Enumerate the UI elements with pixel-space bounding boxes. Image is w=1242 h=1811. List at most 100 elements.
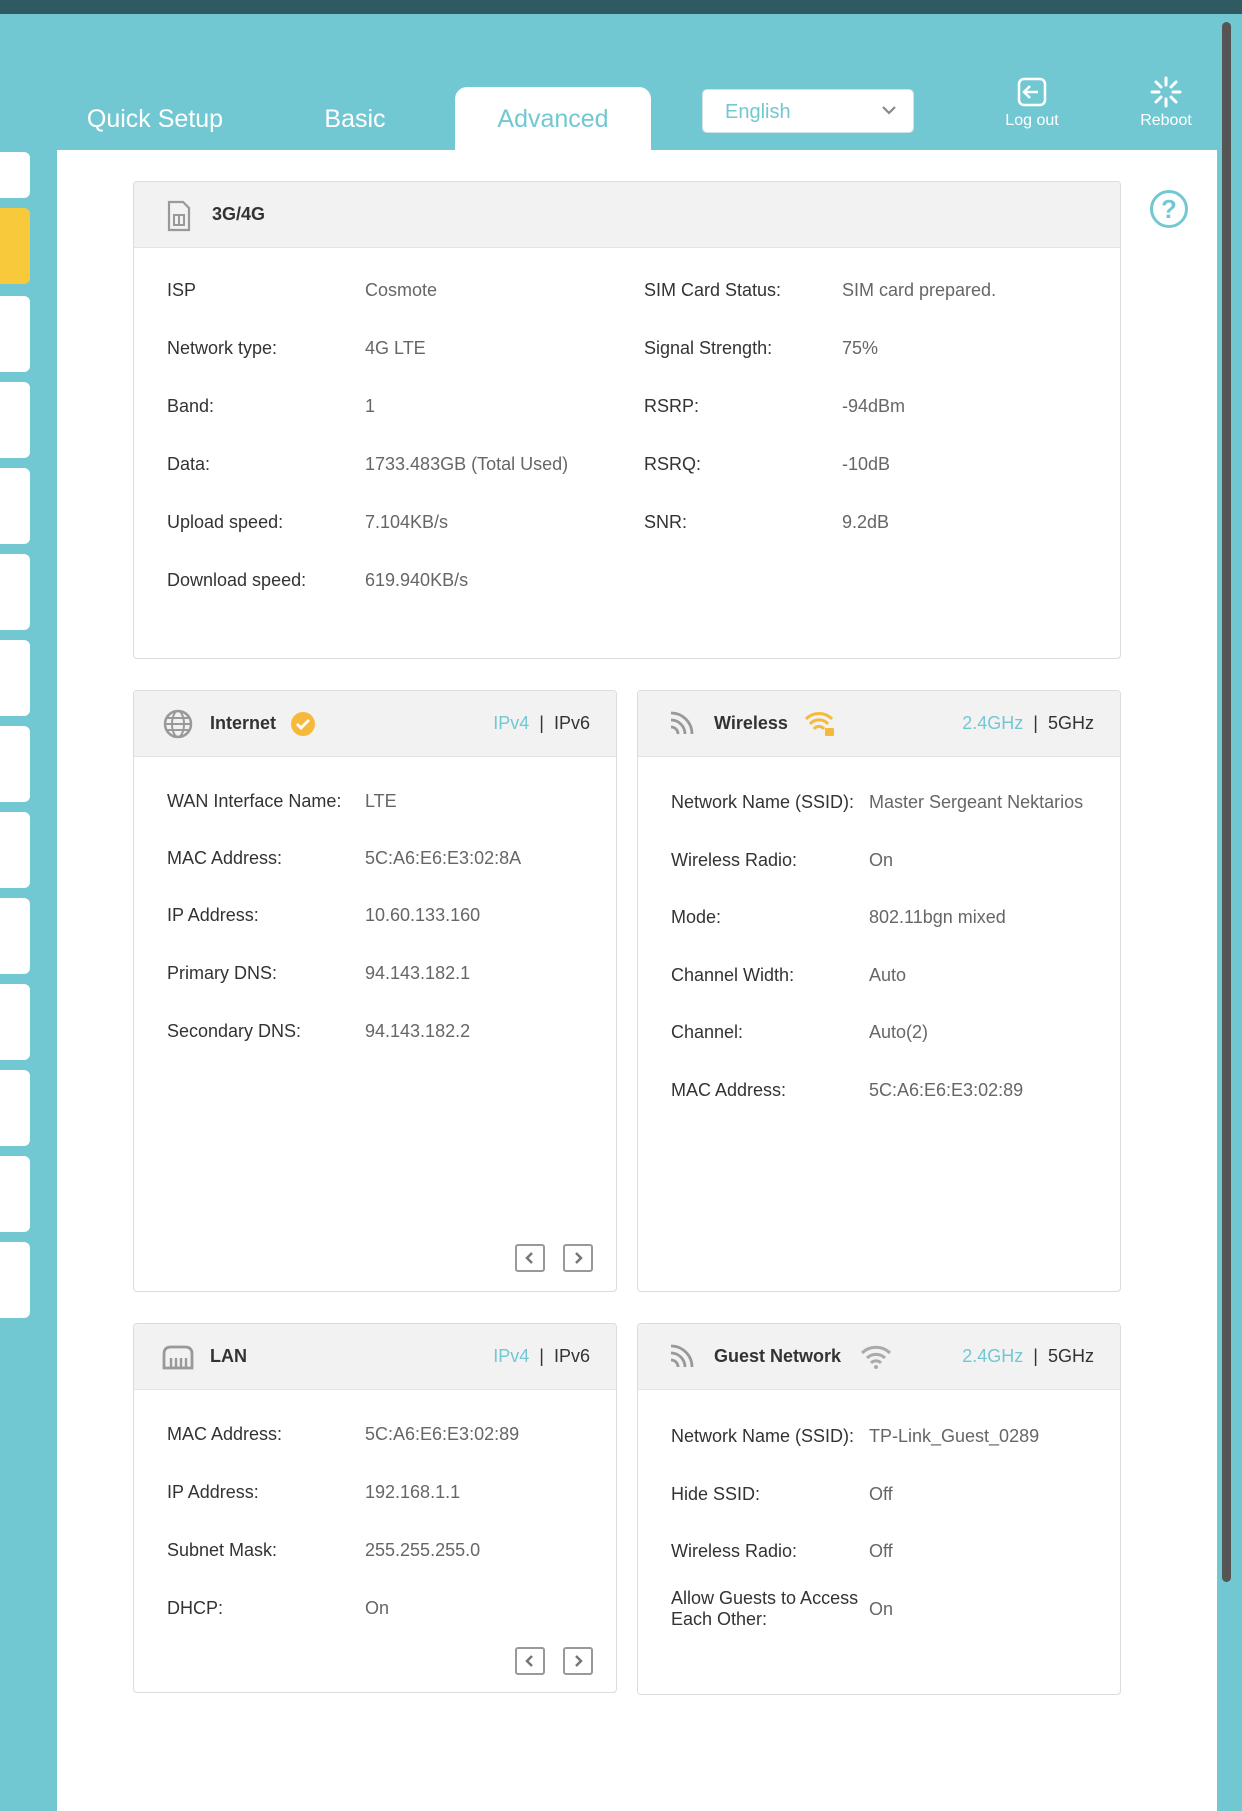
sidebar-item[interactable] — [0, 382, 30, 458]
ipv6-option[interactable]: IPv6 — [554, 713, 590, 733]
field-label: Wireless Radio: — [671, 850, 798, 870]
language-select[interactable]: English — [702, 89, 914, 133]
field-label: MAC Address: — [167, 848, 283, 868]
sidebar-item[interactable] — [0, 554, 30, 630]
field-value: LTE — [365, 791, 397, 811]
page-scrollbar[interactable] — [1222, 22, 1231, 1582]
tab-advanced[interactable]: Advanced — [455, 87, 651, 151]
sidebar-item[interactable] — [0, 296, 30, 372]
field-label: Band: — [167, 396, 215, 416]
field-label: Secondary DNS: — [167, 1021, 302, 1041]
sidebar-item[interactable] — [0, 152, 30, 198]
chevron-down-icon — [882, 106, 896, 115]
band-5ghz-option[interactable]: 5GHz — [1048, 1346, 1094, 1366]
cellular-panel-title: 3G/4G — [212, 204, 266, 224]
field-label: Primary DNS: — [167, 963, 278, 983]
field-label: RSRP: — [644, 396, 700, 416]
sim-card-icon — [167, 200, 191, 232]
field-value: Cosmote — [365, 280, 438, 300]
sidebar-item[interactable] — [0, 812, 30, 888]
reboot-icon — [1150, 76, 1182, 108]
field-value: -10dB — [842, 454, 891, 474]
field-label: Network type: — [167, 338, 278, 358]
band-5ghz-option[interactable]: 5GHz — [1048, 713, 1094, 733]
field-label: Hide SSID: — [671, 1484, 761, 1504]
chevron-left-icon — [525, 1655, 533, 1667]
field-value: Off — [869, 1484, 893, 1504]
internet-panel-header: Internet IPv4 | IPv6 — [134, 691, 616, 757]
field-label-continued: Each Other: — [671, 1609, 768, 1629]
chevron-left-icon — [525, 1252, 533, 1264]
field-label: Data: — [167, 454, 211, 474]
field-value: 9.2dB — [842, 512, 890, 532]
wireless-panel: Wireless 2.4GHz | 5GHz Network Name (SSID)… — [637, 690, 1121, 1292]
sidebar-item[interactable] — [0, 984, 30, 1060]
sidebar-item-active[interactable] — [0, 208, 30, 284]
wireless-panel-header: Wireless 2.4GHz | 5GHz — [638, 691, 1120, 757]
field-label: Network Name (SSID): — [671, 792, 855, 812]
band-2-4ghz-option[interactable]: 2.4GHz — [962, 1346, 1023, 1366]
sidebar-item[interactable] — [0, 898, 30, 974]
ipv4-option[interactable]: IPv4 — [493, 713, 529, 733]
sidebar-item[interactable] — [0, 1242, 30, 1318]
cellular-panel-header: 3G/4G — [134, 182, 1120, 248]
prev-page-button[interactable] — [515, 1647, 545, 1675]
top-navigation: Quick Setup Basic Advanced English Log o… — [0, 14, 1218, 151]
field-value: 4G LTE — [365, 338, 426, 358]
ethernet-port-icon — [162, 1345, 194, 1370]
help-icon[interactable]: ? — [1150, 190, 1188, 228]
field-value: Auto(2) — [869, 1022, 929, 1042]
field-label: Network Name (SSID): — [671, 1426, 855, 1446]
field-value: 1 — [365, 396, 376, 416]
field-label: WAN Interface Name: — [167, 791, 342, 811]
field-value: 7.104KB/s — [365, 512, 449, 532]
field-value: On — [869, 1599, 894, 1619]
reboot-button[interactable]: Reboot — [1121, 76, 1211, 130]
logout-icon — [1017, 77, 1047, 107]
field-label: DHCP: — [167, 1598, 224, 1618]
sidebar-item[interactable] — [0, 468, 30, 544]
language-value: English — [725, 101, 791, 123]
field-label: Subnet Mask: — [167, 1540, 278, 1560]
lan-panel-header: LAN IPv4 | IPv6 — [134, 1324, 616, 1390]
band-2-4ghz-option[interactable]: 2.4GHz — [962, 713, 1023, 733]
top-strip — [0, 0, 1242, 14]
field-value: On — [365, 1598, 390, 1618]
ipv6-option[interactable]: IPv6 — [554, 1346, 590, 1366]
tab-basic[interactable]: Basic — [300, 87, 410, 151]
logout-button[interactable]: Log out — [987, 76, 1077, 130]
globe-icon — [163, 709, 193, 739]
logout-label: Log out — [1005, 112, 1059, 129]
wifi-lock-icon — [804, 712, 834, 736]
field-label: IP Address: — [167, 1482, 259, 1502]
field-value: 75% — [842, 338, 879, 358]
field-value: Auto — [869, 965, 907, 985]
ipv4-option[interactable]: IPv4 — [493, 1346, 529, 1366]
internet-panel-title: Internet — [210, 713, 277, 733]
field-value: 94.143.182.2 — [365, 1021, 471, 1041]
sidebar-item[interactable] — [0, 726, 30, 802]
field-label: Wireless Radio: — [671, 1541, 798, 1561]
field-label: SIM Card Status: — [644, 280, 782, 300]
field-label: ISP — [167, 280, 197, 300]
field-value: 5C:A6:E6:E3:02:89 — [365, 1424, 520, 1444]
next-page-button[interactable] — [563, 1647, 593, 1675]
prev-page-button[interactable] — [515, 1244, 545, 1272]
field-label: SNR: — [644, 512, 688, 532]
field-value: SIM card prepared. — [842, 280, 997, 300]
cellular-panel: 3G/4G ISP Cosmote Network type: 4G LTE B… — [133, 181, 1121, 659]
field-value: TP-Link_Guest_0289 — [869, 1426, 1040, 1446]
ip-version-switch: IPv4 | IPv6 — [493, 713, 590, 733]
next-page-button[interactable] — [563, 1244, 593, 1272]
field-label: Download speed: — [167, 570, 307, 590]
sidebar-item[interactable] — [0, 1156, 30, 1232]
field-label: Channel: — [671, 1022, 744, 1042]
reboot-label: Reboot — [1140, 112, 1192, 129]
field-label: MAC Address: — [167, 1424, 283, 1444]
band-switch: 2.4GHz | 5GHz — [962, 1346, 1094, 1366]
sidebar-item[interactable] — [0, 1070, 30, 1146]
sidebar-item[interactable] — [0, 640, 30, 716]
tab-quick-setup[interactable]: Quick Setup — [78, 87, 232, 151]
field-label: Mode: — [671, 907, 722, 927]
field-value: 5C:A6:E6:E3:02:8A — [365, 848, 522, 868]
